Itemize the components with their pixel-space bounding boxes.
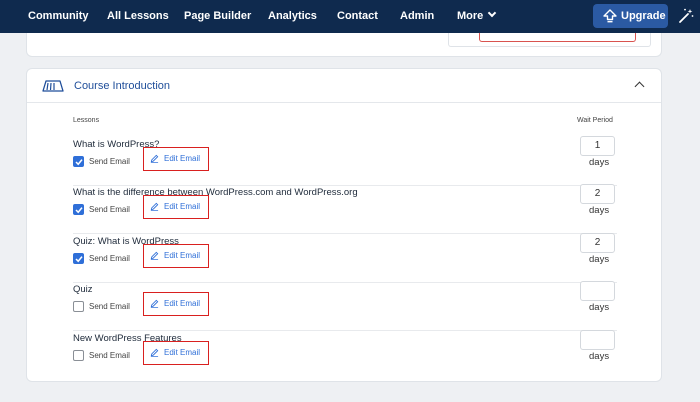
lesson-row: New WordPress Features Send Email Edit E… bbox=[73, 330, 617, 380]
edit-email-button[interactable]: Edit Email bbox=[143, 195, 209, 219]
edit-email-label: Edit Email bbox=[164, 251, 201, 260]
edit-email-label: Edit Email bbox=[164, 154, 201, 163]
send-email-checkbox[interactable] bbox=[73, 350, 84, 361]
course-section-icon bbox=[42, 80, 64, 92]
lessons-column-header: Lessons bbox=[73, 117, 100, 124]
checkmark-icon bbox=[75, 207, 83, 214]
wait-period-input[interactable]: 2 bbox=[580, 184, 615, 204]
pencil-icon bbox=[150, 348, 159, 357]
section-title: Course Introduction bbox=[74, 80, 170, 92]
previous-section-card bbox=[26, 33, 662, 57]
nav-item-admin[interactable]: Admin bbox=[400, 0, 434, 33]
send-email-checkbox[interactable] bbox=[73, 253, 84, 264]
send-email-label: Send Email bbox=[89, 302, 130, 311]
wait-period-column-header: Wait Period bbox=[577, 117, 613, 124]
magic-wand-icon[interactable] bbox=[678, 8, 694, 24]
wait-period-unit: days bbox=[589, 205, 610, 216]
send-email-label: Send Email bbox=[89, 351, 130, 360]
lesson-title: What is the difference between WordPress… bbox=[73, 187, 358, 198]
edit-email-button[interactable]: Edit Email bbox=[143, 147, 209, 171]
edit-email-button[interactable]: Edit Email bbox=[143, 341, 209, 365]
lesson-row: Quiz: What is WordPress Send Email Edit … bbox=[73, 233, 617, 283]
lesson-row: What is WordPress? Send Email Edit Email… bbox=[73, 136, 617, 186]
wait-period-input[interactable] bbox=[580, 330, 615, 350]
chevron-up-icon[interactable] bbox=[634, 81, 645, 92]
previous-highlight-box bbox=[479, 33, 636, 42]
previous-section-field bbox=[448, 33, 651, 47]
send-email-checkbox[interactable] bbox=[73, 156, 84, 167]
edit-email-label: Edit Email bbox=[164, 299, 201, 308]
wait-period-unit: days bbox=[589, 254, 610, 265]
nav-item-more[interactable]: More bbox=[457, 0, 497, 33]
upgrade-label: Upgrade bbox=[621, 10, 666, 22]
send-email-label: Send Email bbox=[89, 205, 130, 214]
section-header[interactable]: Course Introduction bbox=[27, 69, 661, 103]
pencil-icon bbox=[150, 251, 159, 260]
checkmark-icon bbox=[75, 159, 83, 166]
course-section-card: Course Introduction Lessons Wait Period … bbox=[26, 68, 662, 382]
nav-item-all-lessons[interactable]: All Lessons bbox=[107, 0, 169, 33]
wait-period-input[interactable]: 2 bbox=[580, 233, 615, 253]
edit-email-label: Edit Email bbox=[164, 348, 201, 357]
upgrade-icon bbox=[603, 9, 617, 23]
wait-period-input[interactable] bbox=[580, 281, 615, 301]
upgrade-button[interactable]: Upgrade bbox=[593, 4, 668, 28]
send-email-label: Send Email bbox=[89, 254, 130, 263]
lesson-row: Quiz Send Email Edit Email days bbox=[73, 281, 617, 331]
edit-email-button[interactable]: Edit Email bbox=[143, 244, 209, 268]
lesson-row: What is the difference between WordPress… bbox=[73, 184, 617, 234]
wait-period-unit: days bbox=[589, 302, 610, 313]
chevron-down-icon bbox=[488, 8, 497, 18]
wait-period-unit: days bbox=[589, 351, 610, 362]
edit-email-label: Edit Email bbox=[164, 202, 201, 211]
send-email-label: Send Email bbox=[89, 157, 130, 166]
nav-item-community[interactable]: Community bbox=[28, 0, 89, 33]
send-email-checkbox[interactable] bbox=[73, 204, 84, 215]
checkmark-icon bbox=[75, 256, 83, 263]
wait-period-unit: days bbox=[589, 157, 610, 168]
nav-item-contact[interactable]: Contact bbox=[337, 0, 378, 33]
edit-email-button[interactable]: Edit Email bbox=[143, 292, 209, 316]
send-email-checkbox[interactable] bbox=[73, 301, 84, 312]
pencil-icon bbox=[150, 299, 159, 308]
nav-item-page-builder[interactable]: Page Builder bbox=[184, 0, 251, 33]
top-nav: Community All Lessons Page Builder Analy… bbox=[0, 0, 700, 33]
pencil-icon bbox=[150, 202, 159, 211]
wait-period-input[interactable]: 1 bbox=[580, 136, 615, 156]
pencil-icon bbox=[150, 154, 159, 163]
lesson-title: Quiz bbox=[73, 284, 93, 295]
nav-more-label: More bbox=[457, 10, 484, 22]
nav-item-analytics[interactable]: Analytics bbox=[268, 0, 317, 33]
